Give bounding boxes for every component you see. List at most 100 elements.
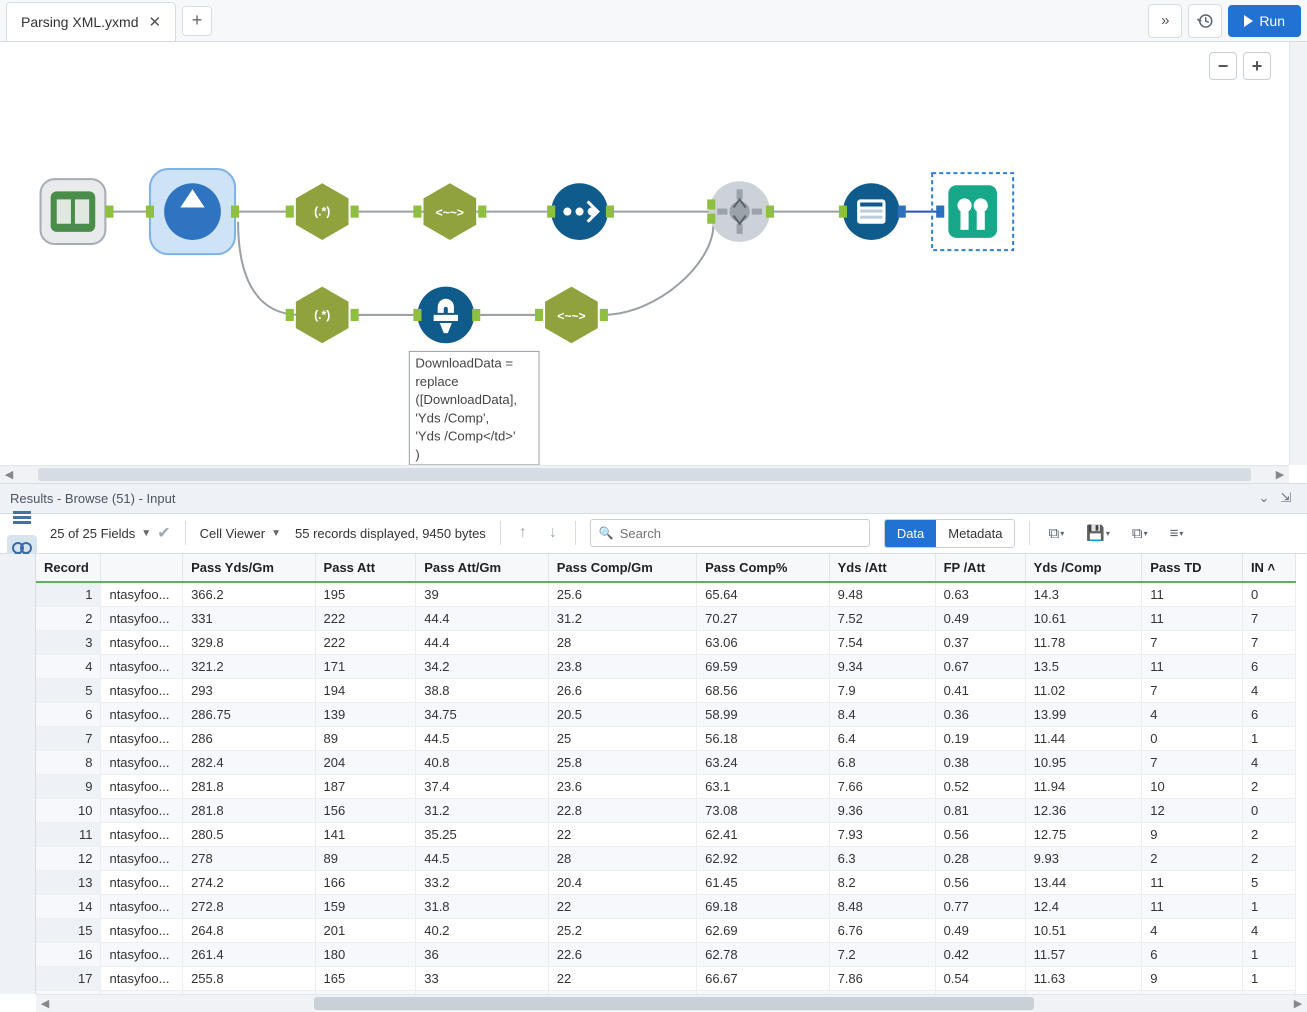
column-header[interactable]: Record — [36, 554, 101, 582]
record-number-cell[interactable]: 14 — [36, 894, 101, 918]
popout-button[interactable]: ⧉▾ — [1128, 525, 1152, 542]
data-cell[interactable]: 6.76 — [829, 918, 935, 942]
data-cell[interactable]: 68.56 — [697, 678, 829, 702]
data-cell[interactable]: 62.92 — [697, 846, 829, 870]
record-number-cell[interactable]: 1 — [36, 582, 101, 607]
regex-tool-node-2[interactable]: (.*) — [286, 287, 359, 344]
data-cell[interactable]: 180 — [315, 942, 416, 966]
input-tool-node[interactable] — [41, 179, 114, 244]
data-cell[interactable]: 63.1 — [697, 774, 829, 798]
data-cell[interactable]: 0.36 — [935, 702, 1025, 726]
column-header[interactable] — [101, 554, 183, 582]
data-cell[interactable]: 25.8 — [548, 750, 696, 774]
record-number-cell[interactable]: 7 — [36, 726, 101, 750]
table-row[interactable]: 8ntasyfoo...282.420440.825.863.246.80.38… — [36, 750, 1296, 774]
data-cell[interactable]: 22.6 — [548, 942, 696, 966]
record-number-cell[interactable]: 11 — [36, 822, 101, 846]
data-cell[interactable]: 9.36 — [829, 798, 935, 822]
zoom-in-button[interactable]: + — [1243, 52, 1271, 80]
data-cell[interactable]: 20.4 — [548, 870, 696, 894]
table-row[interactable]: 11ntasyfoo...280.514135.252262.417.930.5… — [36, 822, 1296, 846]
data-cell[interactable]: 23.6 — [548, 774, 696, 798]
data-cell[interactable]: 39 — [416, 582, 548, 607]
data-cell[interactable]: 11.94 — [1025, 774, 1142, 798]
column-header[interactable]: IN ˄ — [1242, 554, 1295, 582]
data-cell[interactable]: 5 — [1242, 990, 1295, 994]
data-cell[interactable]: 222 — [315, 606, 416, 630]
data-cell[interactable]: ntasyfoo... — [101, 750, 183, 774]
data-cell[interactable]: 28 — [548, 846, 696, 870]
data-cell[interactable]: 171 — [315, 654, 416, 678]
data-cell[interactable]: 38.8 — [416, 678, 548, 702]
data-cell[interactable]: 7 — [1142, 630, 1243, 654]
data-cell[interactable]: 264.8 — [183, 918, 315, 942]
table-row[interactable]: 15ntasyfoo...264.820140.225.262.696.760.… — [36, 918, 1296, 942]
data-cell[interactable]: 0.19 — [935, 726, 1025, 750]
data-cell[interactable]: 33.2 — [416, 870, 548, 894]
data-cell[interactable]: 40.2 — [416, 918, 548, 942]
data-cell[interactable]: 13.44 — [1025, 870, 1142, 894]
data-cell[interactable]: 61.45 — [697, 870, 829, 894]
xml-parse-tool-node-2[interactable]: <~~> — [535, 287, 608, 344]
data-cell[interactable]: 14.3 — [1025, 582, 1142, 607]
data-cell[interactable]: ntasyfoo... — [101, 726, 183, 750]
data-cell[interactable]: 0.37 — [935, 630, 1025, 654]
data-cell[interactable]: ntasyfoo... — [101, 774, 183, 798]
data-cell[interactable]: 44.5 — [416, 846, 548, 870]
data-cell[interactable]: 4 — [1242, 678, 1295, 702]
scroll-right-icon[interactable]: ▶ — [1271, 468, 1289, 481]
data-cell[interactable]: 40.8 — [416, 750, 548, 774]
data-cell[interactable]: 9 — [1142, 966, 1243, 990]
data-cell[interactable]: 12 — [1142, 798, 1243, 822]
data-cell[interactable]: 0.49 — [935, 606, 1025, 630]
data-cell[interactable]: ntasyfoo... — [101, 966, 183, 990]
data-cell[interactable]: 34.2 — [416, 654, 548, 678]
table-row[interactable]: 16ntasyfoo...261.41803622.662.787.20.421… — [36, 942, 1296, 966]
data-cell[interactable]: 7.54 — [829, 630, 935, 654]
data-cell[interactable]: 10 — [1142, 774, 1243, 798]
data-cell[interactable]: 11.02 — [1025, 678, 1142, 702]
data-cell[interactable]: 7.52 — [829, 606, 935, 630]
data-cell[interactable]: 11 — [1142, 582, 1243, 607]
data-cell[interactable]: 31.2 — [416, 798, 548, 822]
data-cell[interactable]: 22.8 — [548, 798, 696, 822]
run-button[interactable]: Run — [1228, 5, 1301, 37]
data-cell[interactable]: 261.4 — [183, 942, 315, 966]
data-cell[interactable]: 6.4 — [829, 726, 935, 750]
record-number-cell[interactable]: 13 — [36, 870, 101, 894]
data-cell[interactable]: ntasyfoo... — [101, 678, 183, 702]
data-cell[interactable]: 25.6 — [548, 582, 696, 607]
data-cell[interactable]: 7.9 — [829, 678, 935, 702]
data-cell[interactable]: 0.63 — [935, 582, 1025, 607]
data-cell[interactable]: 6 — [1242, 702, 1295, 726]
data-cell[interactable]: 11 — [1142, 606, 1243, 630]
data-cell[interactable]: 255.8 — [183, 966, 315, 990]
record-number-cell[interactable]: 18 — [36, 990, 101, 994]
data-cell[interactable]: 281.8 — [183, 798, 315, 822]
data-cell[interactable]: 58.99 — [697, 702, 829, 726]
data-cell[interactable]: 0 — [1142, 726, 1243, 750]
data-cell[interactable]: 4 — [1142, 918, 1243, 942]
data-cell[interactable]: 11.44 — [1025, 726, 1142, 750]
data-cell[interactable]: 139 — [315, 702, 416, 726]
data-cell[interactable]: 331 — [183, 606, 315, 630]
data-cell[interactable]: 141 — [315, 822, 416, 846]
table-row[interactable]: 4ntasyfoo...321.217134.223.869.599.340.6… — [36, 654, 1296, 678]
table-row[interactable]: 10ntasyfoo...281.815631.222.873.089.360.… — [36, 798, 1296, 822]
column-header[interactable]: Pass Att/Gm — [416, 554, 548, 582]
data-cell[interactable]: 56.18 — [697, 726, 829, 750]
column-header[interactable]: Pass Yds/Gm — [183, 554, 315, 582]
data-cell[interactable]: 293 — [183, 678, 315, 702]
data-cell[interactable]: 278 — [183, 846, 315, 870]
data-cell[interactable]: 62.41 — [697, 822, 829, 846]
table-row[interactable]: 3ntasyfoo...329.822244.42863.067.540.371… — [36, 630, 1296, 654]
data-cell[interactable]: ntasyfoo... — [101, 630, 183, 654]
data-cell[interactable]: 282.4 — [183, 750, 315, 774]
data-cell[interactable]: 8.2 — [829, 870, 935, 894]
data-cell[interactable]: 7.66 — [829, 774, 935, 798]
data-cell[interactable]: 0.28 — [935, 846, 1025, 870]
data-cell[interactable]: 63.06 — [697, 630, 829, 654]
data-cell[interactable]: 70.27 — [697, 606, 829, 630]
settings-button[interactable]: ≡▾ — [1166, 525, 1188, 542]
data-cell[interactable]: 11 — [1142, 990, 1243, 994]
